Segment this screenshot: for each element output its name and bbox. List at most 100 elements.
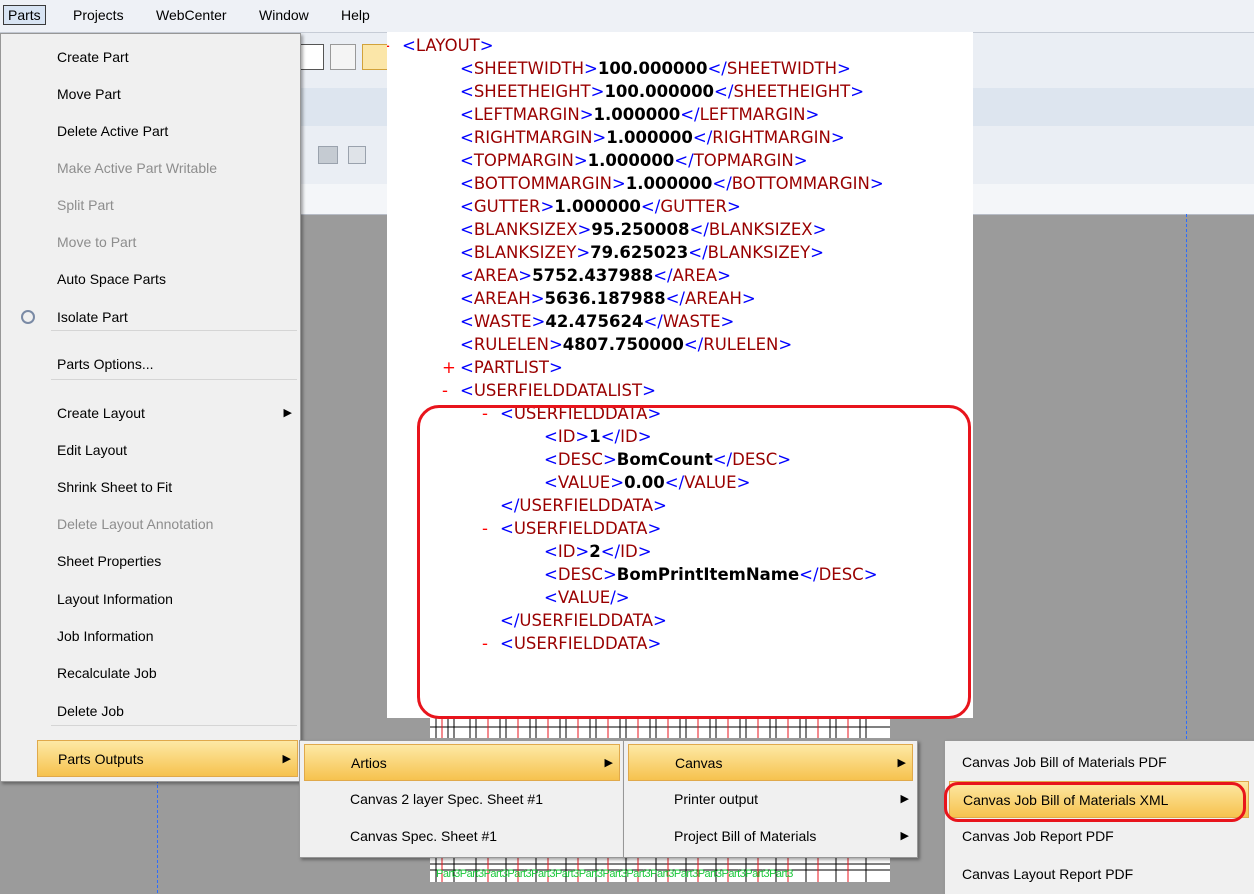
xml-bracket: < bbox=[460, 381, 474, 400]
parts-menu-item-move-part[interactable]: Move Part bbox=[1, 76, 298, 113]
outputs_menu-item-canvas-2-layer-spec-sheet-1[interactable]: Canvas 2 layer Spec. Sheet #1 bbox=[300, 781, 622, 818]
xml-line: <AREA>5752.437988</AREA> bbox=[460, 264, 731, 287]
xml-value: 100.000000 bbox=[597, 59, 708, 78]
menu-item-label: Job Information bbox=[57, 628, 154, 644]
xml-toggle-collapse-icon[interactable]: - bbox=[442, 379, 448, 402]
xml-tag-name: GUTTER bbox=[660, 197, 727, 216]
menubar-parts[interactable]: Parts bbox=[3, 5, 46, 25]
canvas_menu-item-canvas-job-report-pdf[interactable]: Canvas Job Report PDF bbox=[945, 818, 1251, 855]
menu-item-label: Move Part bbox=[57, 86, 121, 102]
xml-bracket: < bbox=[460, 197, 474, 216]
parts-menu-item-recalculate-job[interactable]: Recalculate Job bbox=[1, 655, 298, 692]
layout-icon[interactable] bbox=[348, 146, 366, 164]
xml-tag-name: RIGHTMARGIN bbox=[473, 128, 593, 147]
xml-bracket: < bbox=[460, 312, 474, 331]
menu-item-label: Auto Space Parts bbox=[57, 271, 166, 287]
xml-tag-name: BLANKSIZEX bbox=[708, 220, 813, 239]
xml-value: 1.000000 bbox=[554, 197, 641, 216]
menu-item-label: Create Part bbox=[57, 49, 129, 65]
parts-menu-item-shrink-sheet-to-fit[interactable]: Shrink Sheet to Fit bbox=[1, 469, 298, 506]
menu-item-label: Delete Active Part bbox=[57, 123, 169, 139]
xml-toggle-collapse-icon[interactable]: - bbox=[387, 34, 390, 57]
xml-tag-name: SHEETWIDTH bbox=[473, 59, 585, 78]
artios_menu-item-printer-output[interactable]: Printer output ▶ bbox=[624, 781, 915, 818]
canvas_menu-item-canvas-layout-report-pdf[interactable]: Canvas Layout Report PDF bbox=[945, 856, 1251, 893]
parts-menu-item-job-information[interactable]: Job Information bbox=[1, 618, 298, 655]
xml-bracket: </ bbox=[665, 289, 685, 308]
submenu-arrow-icon: ▶ bbox=[900, 830, 909, 842]
menu-item-label: Create Layout bbox=[57, 405, 145, 421]
xml-bracket: > bbox=[778, 335, 793, 354]
xml-bracket: < bbox=[460, 82, 474, 101]
xml-line: <BLANKSIZEY>79.625023</BLANKSIZEY> bbox=[460, 241, 824, 264]
artios_menu-item-project-bill-of-materials[interactable]: Project Bill of Materials ▶ bbox=[624, 818, 915, 855]
xml-bracket: > bbox=[726, 197, 741, 216]
xml-tag-name: BOTTOMMARGIN bbox=[473, 174, 612, 193]
menubar-window[interactable]: Window bbox=[255, 6, 313, 24]
menubar-help[interactable]: Help bbox=[337, 6, 374, 24]
xml-bracket: < bbox=[460, 174, 474, 193]
submenu-arrow-icon: ▶ bbox=[897, 757, 906, 769]
parts-menu-item-create-layout[interactable]: Create Layout ▶ bbox=[1, 395, 298, 432]
draw-tool-icon[interactable] bbox=[362, 44, 388, 70]
xml-bracket: < bbox=[460, 128, 474, 147]
menu-item-label: Delete Layout Annotation bbox=[57, 516, 214, 532]
parts-menu-item-parts-options[interactable]: Parts Options... bbox=[1, 346, 298, 383]
xml-tag-name: BLANKSIZEY bbox=[473, 243, 577, 262]
parts-menu-item-delete-active-part[interactable]: Delete Active Part bbox=[1, 113, 298, 150]
xml-bracket: > bbox=[869, 174, 884, 193]
outputs_menu-item-canvas-spec-sheet-1[interactable]: Canvas Spec. Sheet #1 bbox=[300, 818, 622, 855]
xml-bracket: </ bbox=[707, 59, 727, 78]
menubar-projects[interactable]: Projects bbox=[69, 6, 128, 24]
xml-value: 42.475624 bbox=[545, 312, 644, 331]
parts-menu-item-layout-information[interactable]: Layout Information bbox=[1, 581, 298, 618]
xml-tag-name: LEFTMARGIN bbox=[473, 105, 580, 124]
xml-bracket: < bbox=[460, 105, 474, 124]
parts-menu-item-auto-space-parts[interactable]: Auto Space Parts bbox=[1, 261, 298, 298]
menu-item-label: Canvas 2 layer Spec. Sheet #1 bbox=[350, 791, 544, 807]
menu-item-label: Shrink Sheet to Fit bbox=[57, 479, 173, 495]
xml-tag-name: SHEETHEIGHT bbox=[473, 82, 591, 101]
xml-tag-name: SHEETWIDTH bbox=[726, 59, 838, 78]
parts-menu-item-sheet-properties[interactable]: Sheet Properties bbox=[1, 543, 298, 580]
canvas_menu-item-canvas-job-bill-of-materials-pdf[interactable]: Canvas Job Bill of Materials PDF bbox=[945, 744, 1251, 781]
xml-line: <AREAH>5636.187988</AREAH> bbox=[460, 287, 756, 310]
xml-bracket: > bbox=[830, 128, 845, 147]
menu-item-label: Parts Options... bbox=[57, 356, 154, 372]
xml-bracket: > bbox=[812, 220, 827, 239]
xml-tag-name: LAYOUT bbox=[415, 36, 480, 55]
menu-item-label: Edit Layout bbox=[57, 442, 128, 458]
parts-menu-item-edit-layout[interactable]: Edit Layout bbox=[1, 432, 298, 469]
xml-bracket: </ bbox=[689, 220, 709, 239]
submenu-arrow-icon: ▶ bbox=[604, 757, 613, 769]
fit-view-icon[interactable] bbox=[330, 44, 356, 70]
menu-item-label: Split Part bbox=[57, 197, 114, 213]
xml-value: 1.000000 bbox=[625, 174, 713, 193]
parts-menu-item-create-part[interactable]: Create Part bbox=[1, 39, 298, 76]
xml-tag-name: AREAH bbox=[473, 289, 531, 308]
xml-bracket: > bbox=[530, 289, 545, 308]
xml-tag-name: AREAH bbox=[685, 289, 742, 308]
toolbar-button[interactable] bbox=[300, 44, 324, 70]
outputs_menu-item-artios[interactable]: Artios ▶ bbox=[304, 744, 620, 781]
menu-item-label: Canvas Job Bill of Materials PDF bbox=[962, 754, 1167, 770]
xml-toggle-expand-icon[interactable]: + bbox=[442, 356, 456, 379]
xml-bracket: </ bbox=[653, 266, 673, 285]
parts-menu-item-delete-layout-annotation: Delete Layout Annotation bbox=[1, 506, 298, 543]
xml-line: <RIGHTMARGIN>1.000000</RIGHTMARGIN> bbox=[460, 126, 845, 149]
xml-tag-name: LEFTMARGIN bbox=[699, 105, 806, 124]
xml-value: 1.000000 bbox=[587, 151, 675, 170]
parts-menu-item-parts-outputs[interactable]: Parts Outputs ▶ bbox=[37, 740, 298, 777]
add-sheet-icon[interactable] bbox=[318, 146, 338, 164]
xml-bracket: > bbox=[548, 335, 563, 354]
menubar-webcenter[interactable]: WebCenter bbox=[152, 6, 231, 24]
annotation-highlight-userfields bbox=[417, 405, 971, 719]
xml-bracket: > bbox=[793, 151, 808, 170]
xml-bracket: < bbox=[402, 36, 416, 55]
xml-bracket: < bbox=[460, 358, 474, 377]
xml-bracket: </ bbox=[688, 243, 708, 262]
xml-line: <BOTTOMMARGIN>1.000000</BOTTOMMARGIN> bbox=[460, 172, 884, 195]
artios_menu-item-canvas[interactable]: Canvas ▶ bbox=[628, 744, 913, 781]
menu-item-label: Layout Information bbox=[57, 591, 173, 607]
menu-item-label: Sheet Properties bbox=[57, 553, 162, 569]
